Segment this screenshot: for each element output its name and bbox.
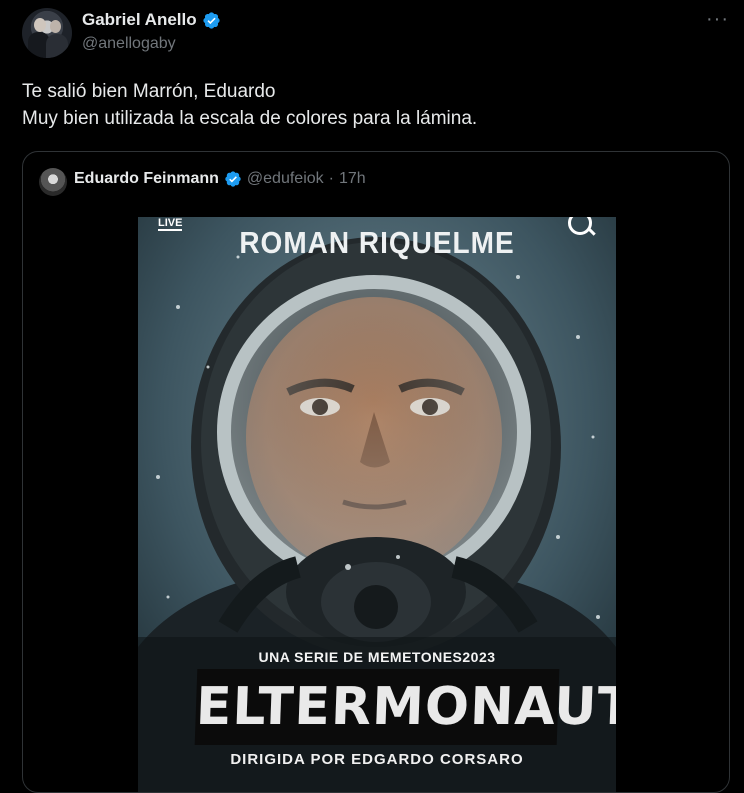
quoted-author-name[interactable]: Eduardo Feinmann — [74, 170, 219, 188]
poster-image[interactable]: LIVE ROMAN RIQUELME UNA SERIE DE MEMETON… — [138, 217, 616, 792]
separator-dot: · — [328, 170, 334, 187]
quoted-author-handle[interactable]: @edufeiok — [247, 170, 324, 188]
tweet-text-line: Te salió bien Marrón, Eduardo — [22, 81, 276, 102]
tweet-author-handle[interactable]: @anellogaby — [82, 35, 176, 53]
quoted-tweet[interactable]: Eduardo Feinmann @edufeiok · 17h LIVE RO… — [22, 151, 730, 793]
poster-top-text: ROMAN RIQUELME — [239, 225, 515, 260]
tweet-text: Te salió bien Marrón, Eduardo Muy bien u… — [22, 78, 477, 132]
tweet-author-name[interactable]: Gabriel Anello — [82, 10, 197, 30]
poster-series-text: UNA SERIE DE MEMETONES2023 — [258, 649, 496, 665]
more-dots-icon[interactable]: ··· — [706, 8, 729, 31]
poster-title: ELTERMONAUTA — [194, 669, 616, 745]
quoted-timestamp[interactable]: 17h — [339, 170, 366, 188]
quoted-author-row: Eduardo Feinmann @edufeiok · 17h — [74, 170, 366, 188]
quoted-avatar[interactable] — [39, 168, 67, 196]
poster-director-text: DIRIGIDA POR EDGARDO CORSARO — [230, 751, 524, 768]
tweet-author-row: Gabriel Anello — [82, 10, 221, 30]
verified-badge-icon — [225, 171, 241, 187]
tweet-avatar[interactable] — [22, 8, 72, 58]
verified-badge-icon — [203, 11, 220, 29]
tweet-text-line: Muy bien utilizada la escala de colores … — [22, 108, 478, 129]
